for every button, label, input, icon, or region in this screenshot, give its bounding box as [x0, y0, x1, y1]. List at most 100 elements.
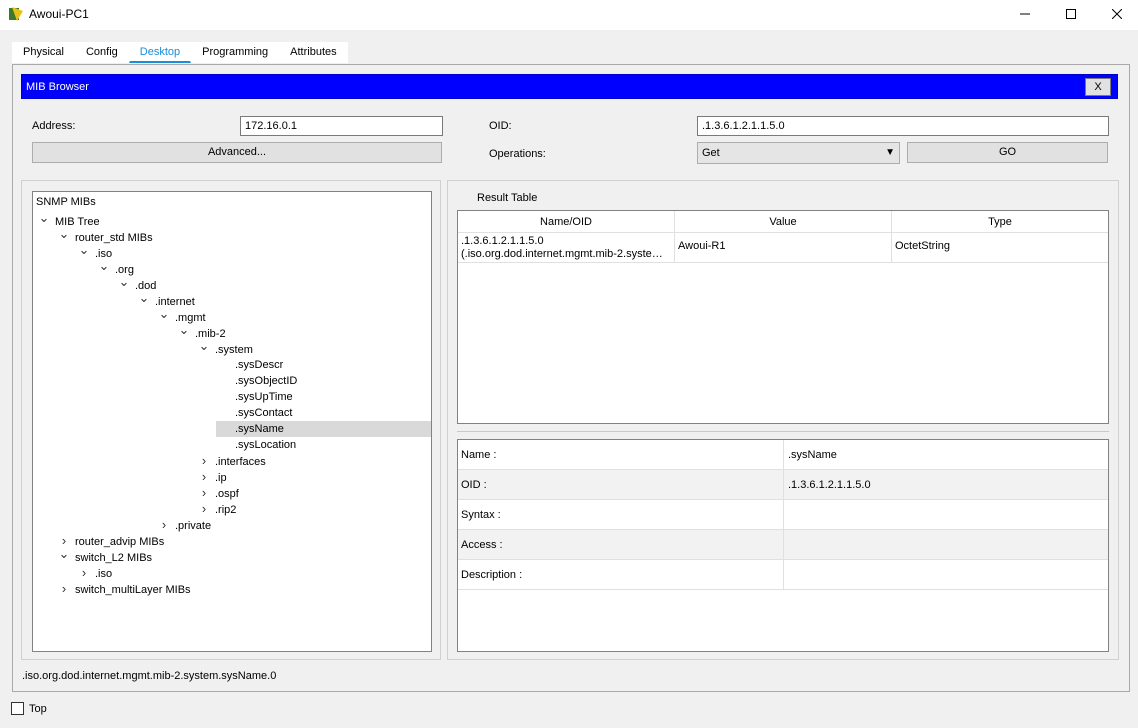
tree-item[interactable]: ⌄ router_std MIBs — [56, 226, 153, 245]
chevron-down-icon[interactable]: ⌄ — [136, 290, 152, 306]
column-header-type[interactable]: Type — [892, 211, 1108, 233]
tree-item[interactable]: .sysUpTime — [216, 389, 293, 405]
chevron-right-icon[interactable]: › — [196, 501, 212, 517]
close-button[interactable] — [1094, 0, 1138, 28]
chevron-down-icon[interactable]: ⌄ — [96, 258, 112, 274]
chevron-down-icon[interactable]: ⌄ — [56, 226, 72, 242]
detail-row-access: Access : — [458, 530, 1108, 560]
tab-programming[interactable]: Programming — [191, 42, 280, 63]
detail-table: Name : .sysName OID : .1.3.6.1.2.1.1.5.0… — [457, 439, 1109, 652]
result-type[interactable]: OctetString — [892, 233, 1108, 263]
maximize-button[interactable] — [1048, 0, 1094, 28]
chevron-right-icon[interactable]: › — [56, 581, 72, 597]
result-table: Name/OID Value Type .1.3.6.1.2.1.1.5.0 (… — [457, 210, 1109, 424]
table-row[interactable]: .1.3.6.1.2.1.1.5.0 (.iso.org.dod.interne… — [458, 233, 675, 263]
detail-key: Description : — [461, 569, 523, 581]
window-title: Awoui-PC1 — [29, 7, 89, 21]
result-oid-path: (.iso.org.dod.internet.mgmt.mib-2.system… — [461, 248, 671, 260]
tree-item-label: .sysUpTime — [235, 391, 293, 403]
detail-key: OID : — [461, 479, 487, 491]
mib-close-button[interactable]: X — [1085, 78, 1111, 96]
chevron-right-icon[interactable]: › — [196, 469, 212, 485]
detail-key: Name : — [461, 449, 497, 461]
tree-item-label: .sysName — [235, 423, 284, 435]
chevron-down-icon[interactable]: ⌄ — [156, 306, 172, 322]
tree-item[interactable]: .sysLocation — [216, 437, 296, 453]
advanced-button[interactable]: Advanced... — [32, 142, 442, 163]
tree-item-label: .rip2 — [215, 504, 237, 516]
tree-item-label: .sysLocation — [235, 439, 297, 451]
tree-item-label: .sysObjectID — [235, 375, 298, 387]
tree-item[interactable]: › .private — [156, 517, 211, 533]
detail-key: Access : — [461, 539, 503, 551]
address-input[interactable]: 172.16.0.1 — [240, 116, 443, 136]
tree-item[interactable]: › .ospf — [196, 485, 239, 501]
column-header-name-oid[interactable]: Name/OID — [458, 211, 675, 233]
minimize-icon — [1020, 13, 1030, 15]
tree-item[interactable]: › .ip — [196, 469, 227, 485]
oid-label: OID: — [489, 120, 512, 132]
operations-select[interactable]: Get ▼ — [697, 142, 900, 164]
tab-config[interactable]: Config — [74, 42, 129, 63]
detail-row-oid: OID : .1.3.6.1.2.1.1.5.0 — [458, 470, 1108, 500]
tree-root-label: SNMP MIBs — [36, 196, 96, 208]
tree-item-label: .ip — [215, 472, 227, 484]
top-checkbox[interactable] — [11, 702, 24, 715]
chevron-right-icon[interactable]: › — [196, 485, 212, 501]
tree-item[interactable]: › router_advip MIBs — [56, 533, 164, 549]
oid-input[interactable]: .1.3.6.1.2.1.1.5.0 — [697, 116, 1109, 136]
tree-item[interactable]: .sysContact — [216, 405, 292, 421]
tree-item-label: switch_multiLayer MIBs — [75, 584, 191, 596]
operations-label: Operations: — [489, 148, 546, 160]
go-button[interactable]: GO — [907, 142, 1108, 163]
tree-item[interactable]: › .rip2 — [196, 501, 237, 517]
detail-row-description: Description : — [458, 560, 1108, 590]
tree-item[interactable]: .sysObjectID — [216, 373, 297, 389]
chevron-down-icon[interactable]: ⌄ — [176, 322, 192, 338]
app-icon — [9, 7, 23, 21]
tree-item-label: .system — [215, 344, 253, 356]
address-label: Address: — [32, 120, 76, 132]
title-bar: Awoui-PC1 — [0, 0, 1138, 30]
chevron-down-icon[interactable]: ⌄ — [196, 338, 212, 354]
chevron-down-icon[interactable]: ⌄ — [36, 210, 52, 226]
tree-item-label: .private — [175, 520, 212, 532]
mib-browser-title: MIB Browser — [26, 81, 89, 93]
mib-tree[interactable]: SNMP MIBs ⌄ MIB Tree ⌄ router_std MIBs ⌄ .iso… — [32, 191, 432, 652]
tab-attributes[interactable]: Attributes — [279, 42, 348, 63]
top-checkbox-label: Top — [29, 703, 47, 715]
tree-item[interactable]: ⌄ .system — [196, 338, 253, 357]
chevron-right-icon[interactable]: › — [196, 453, 212, 469]
column-header-value[interactable]: Value — [675, 211, 892, 233]
chevron-down-icon[interactable]: ⌄ — [116, 274, 132, 290]
chevron-right-icon[interactable]: › — [156, 517, 172, 533]
chevron-right-icon[interactable]: › — [76, 565, 92, 581]
maximize-icon — [1066, 9, 1076, 19]
chevron-down-icon: ▼ — [885, 147, 895, 158]
chevron-down-icon[interactable]: ⌄ — [76, 242, 92, 258]
tree-item[interactable]: .sysDescr — [216, 357, 283, 373]
result-value[interactable]: Awoui-R1 — [675, 233, 892, 263]
chevron-down-icon[interactable]: ⌄ — [56, 546, 72, 562]
tree-item[interactable]: › .iso — [76, 565, 112, 581]
detail-row-name: Name : .sysName — [458, 440, 1108, 470]
status-path: .iso.org.dod.internet.mgmt.mib-2.system.… — [22, 670, 277, 682]
tree-item-label: .interfaces — [215, 456, 266, 468]
minimize-button[interactable] — [1002, 0, 1048, 28]
mib-browser-header: MIB Browser X — [21, 74, 1118, 99]
close-icon — [1112, 9, 1122, 19]
tab-desktop[interactable]: Desktop — [128, 42, 192, 63]
tree-item[interactable]: › switch_multiLayer MIBs — [56, 581, 191, 597]
tree-item-label: .iso — [95, 568, 113, 580]
tree-item[interactable]: ⌄ switch_L2 MIBs — [56, 546, 152, 565]
tab-bar: Physical Config Desktop Programming Attr… — [12, 42, 348, 63]
tree-item[interactable]: › .interfaces — [196, 453, 266, 469]
tree-item-label: .ospf — [215, 488, 239, 500]
detail-row-syntax: Syntax : — [458, 500, 1108, 530]
panel-splitter[interactable] — [457, 431, 1109, 433]
detail-key: Syntax : — [461, 509, 501, 521]
tree-item-label: .sysContact — [235, 407, 293, 419]
tab-physical[interactable]: Physical — [12, 42, 75, 63]
tree-item[interactable]: .sysName — [216, 421, 431, 437]
operations-selected-value: Get — [702, 147, 720, 159]
